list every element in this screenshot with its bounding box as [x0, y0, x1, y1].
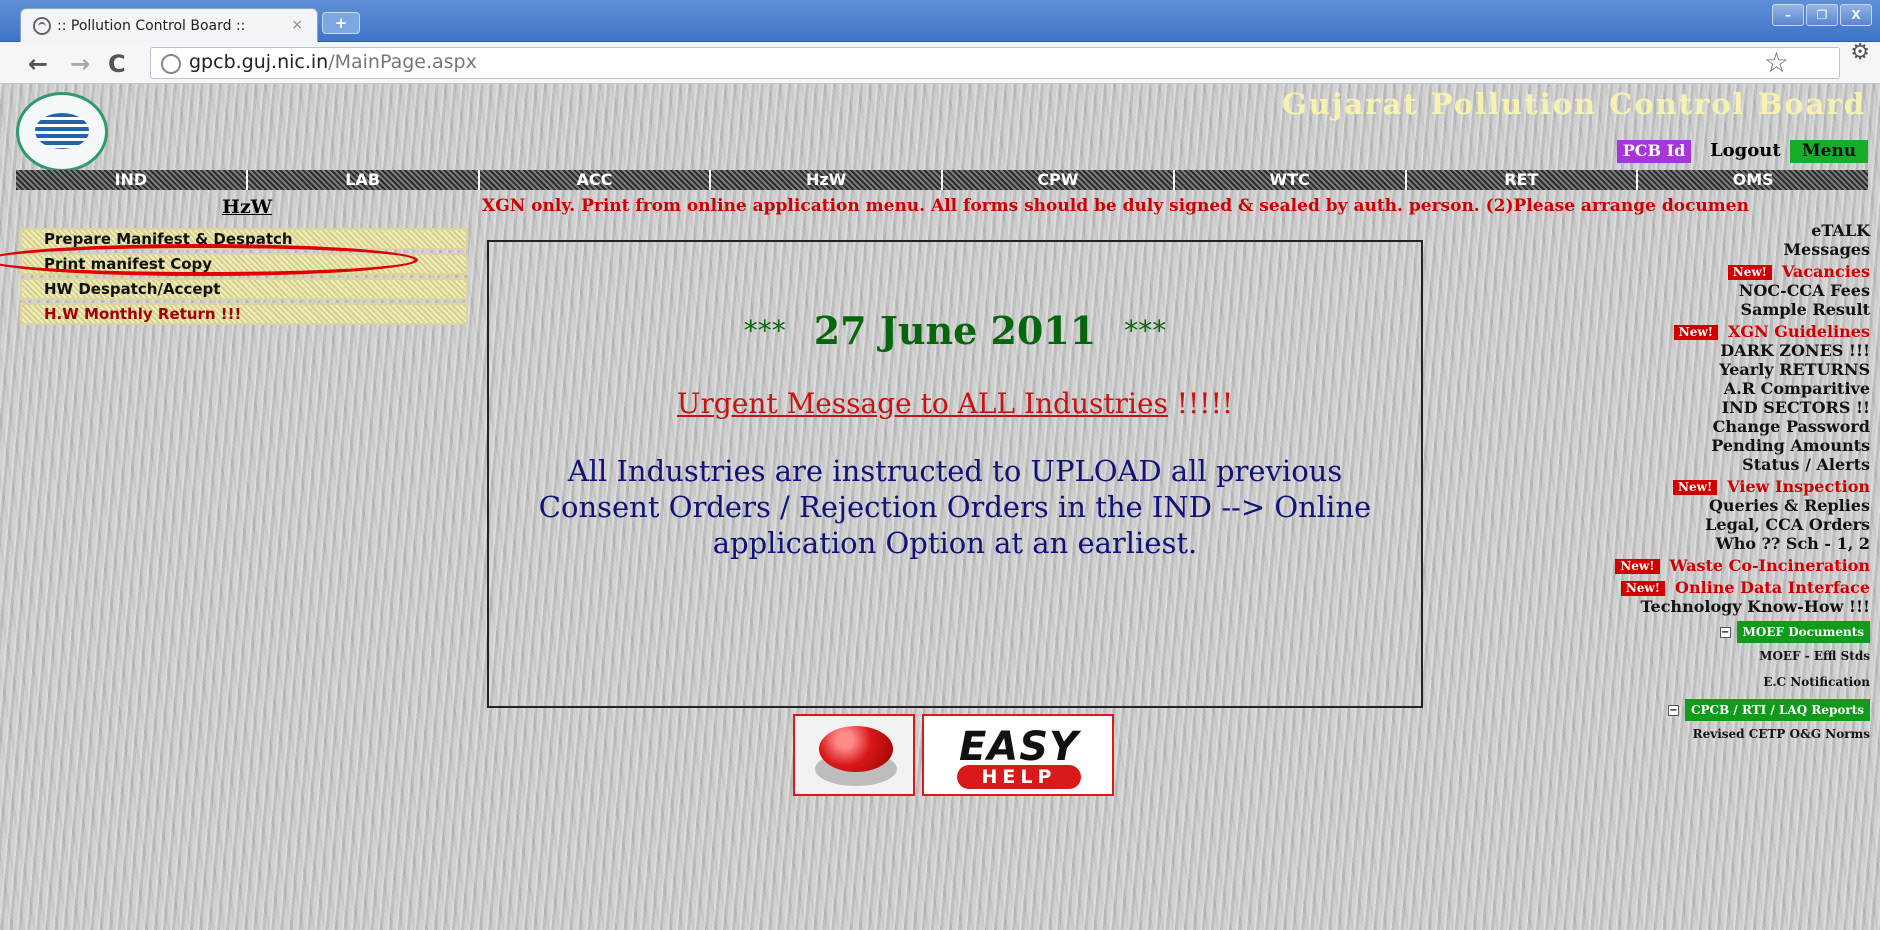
globe-icon [161, 54, 181, 74]
link-sample-result[interactable]: Sample Result [1510, 301, 1870, 320]
message-body: All Industries are instructed to UPLOAD … [538, 454, 1372, 560]
hzw-title: HzW [222, 196, 273, 218]
urgent-link[interactable]: Urgent Message to ALL Industries [677, 387, 1168, 420]
nav-wtc[interactable]: WTC [1174, 170, 1407, 190]
close-window-button[interactable]: X [1840, 4, 1872, 26]
stars-right: *** [1124, 314, 1167, 347]
page-body: Gujarat Pollution Control Board PCB Id L… [0, 84, 1880, 930]
reload-icon[interactable]: C [108, 50, 126, 78]
link-revised-cetp[interactable]: Revised CETP O&G Norms [1510, 721, 1870, 747]
link-online-data-interface: Online Data Interface [1675, 578, 1870, 597]
nav-hzw[interactable]: HzW [711, 170, 943, 190]
link-change-password[interactable]: Change Password [1510, 418, 1870, 437]
link-yearly-returns[interactable]: Yearly RETURNS [1510, 361, 1870, 380]
link-view-inspection-row[interactable]: New! View Inspection [1510, 478, 1870, 497]
new-badge: New! [1673, 325, 1718, 340]
cpcb-reports[interactable]: CPCB / RTI / LAQ Reports [1684, 699, 1870, 721]
link-ar-comparitive[interactable]: A.R Comparitive [1510, 380, 1870, 399]
link-who-sch[interactable]: Who ?? Sch - 1, 2 [1510, 535, 1870, 554]
link-status-alerts[interactable]: Status / Alerts [1510, 456, 1870, 475]
link-dark-zones[interactable]: DARK ZONES !!! [1510, 342, 1870, 361]
link-ec-notification[interactable]: E.C Notification [1510, 669, 1870, 695]
urgent-heading: Urgent Message to ALL Industries !!!!! [489, 387, 1421, 420]
gpcb-logo [16, 92, 108, 172]
annotation-circle [0, 244, 418, 276]
nav-ret[interactable]: RET [1406, 170, 1639, 190]
easy-text: EASY [958, 724, 1080, 770]
help-text: HELP [957, 765, 1081, 789]
message-date: 27 June 2011 [813, 308, 1097, 353]
minimize-button[interactable]: – [1772, 4, 1804, 26]
forward-icon[interactable]: → [70, 50, 90, 78]
wrench-icon[interactable]: ⚙ [1850, 40, 1870, 65]
link-waste-coincineration: Waste Co-Incineration [1669, 556, 1870, 575]
maximize-button[interactable]: ❐ [1806, 4, 1838, 26]
message-box: *** 27 June 2011 *** Urgent Message to ALL… [487, 240, 1423, 708]
link-messages[interactable]: Messages [1510, 241, 1870, 260]
collapse-icon[interactable]: − [1667, 704, 1679, 716]
link-vacancies: Vacancies [1781, 262, 1870, 281]
bookmark-star-icon[interactable]: ☆ [1764, 46, 1789, 79]
new-badge: New! [1620, 581, 1666, 596]
link-technology-knowhow[interactable]: Technology Know-How !!! [1510, 598, 1870, 617]
nav-ind[interactable]: IND [16, 170, 248, 190]
link-waste-row[interactable]: New! Waste Co-Incineration [1510, 557, 1870, 576]
link-ind-sectors[interactable]: IND SECTORS !! [1510, 399, 1870, 418]
link-legal-cca[interactable]: Legal, CCA Orders [1510, 516, 1870, 535]
news-ticker: XGN only. Print from online application … [482, 196, 1749, 216]
tab-title: :: Pollution Control Board :: [57, 17, 246, 34]
new-badge: New! [1673, 480, 1718, 495]
link-online-data-row[interactable]: New! Online Data Interface [1510, 579, 1870, 598]
new-tab-button[interactable]: + [322, 12, 360, 34]
back-icon[interactable]: ← [28, 50, 48, 78]
link-moef-effl[interactable]: MOEF - Effl Stds [1510, 643, 1870, 669]
right-links: eTALK Messages New! Vacancies NOC-CCA Fee… [1510, 222, 1870, 747]
link-vacancies-row[interactable]: New! Vacancies [1510, 263, 1870, 282]
urgent-exclaim: !!!!! [1167, 387, 1234, 420]
page-favicon-icon [33, 17, 51, 35]
stars-left: *** [743, 314, 786, 347]
link-xgn-guidelines: XGN Guidelines [1728, 322, 1870, 341]
nav-cpw[interactable]: CPW [943, 170, 1175, 190]
nav-acc[interactable]: ACC [479, 170, 712, 190]
browser-tab[interactable]: :: Pollution Control Board :: × [20, 8, 318, 42]
red-button-cap [819, 726, 893, 772]
link-noc-cca-fees[interactable]: NOC-CCA Fees [1510, 282, 1870, 301]
link-view-inspection: View Inspection [1727, 477, 1870, 496]
new-badge: New! [1727, 265, 1772, 280]
link-etalk[interactable]: eTALK [1510, 222, 1870, 241]
collapse-icon[interactable]: − [1719, 626, 1731, 638]
logout-link[interactable]: Logout [1710, 140, 1781, 161]
nav-oms[interactable]: OMS [1638, 170, 1868, 190]
hzw-submenu: Prepare Manifest & Despatch Print manife… [20, 228, 468, 328]
main-nav: IND LAB ACC HzW CPW WTC RET OMS [16, 170, 1868, 190]
tab-close-icon[interactable]: × [291, 17, 303, 33]
red-button-icon[interactable] [793, 714, 915, 796]
easy-help-button[interactable]: EASY HELP [922, 714, 1114, 796]
browser-toolbar: ← → C gpcb.guj.nic.in/MainPage.aspx ☆ ⚙ [0, 40, 1880, 84]
nav-lab[interactable]: LAB [247, 170, 480, 190]
new-badge: New! [1615, 559, 1660, 574]
browser-tab-strip: :: Pollution Control Board :: × + – ❐ X [0, 0, 1880, 42]
url-text: gpcb.guj.nic.in/MainPage.aspx [189, 51, 477, 73]
menu-button[interactable]: Menu [1790, 140, 1868, 163]
pcb-id-button[interactable]: PCB Id [1617, 140, 1691, 163]
message-date-line: *** 27 June 2011 *** [489, 308, 1421, 353]
link-xgn-row[interactable]: New! XGN Guidelines [1510, 323, 1870, 342]
link-pending-amounts[interactable]: Pending Amounts [1510, 437, 1870, 456]
submenu-hw-despatch[interactable]: HW Despatch/Accept [20, 278, 468, 300]
board-title: Gujarat Pollution Control Board [1282, 87, 1866, 121]
address-bar[interactable]: gpcb.guj.nic.in/MainPage.aspx ☆ [150, 46, 1840, 79]
link-queries-replies[interactable]: Queries & Replies [1510, 497, 1870, 516]
submenu-hw-monthly-return[interactable]: H.W Monthly Return !!! [20, 303, 468, 325]
moef-documents[interactable]: MOEF Documents [1736, 621, 1870, 643]
